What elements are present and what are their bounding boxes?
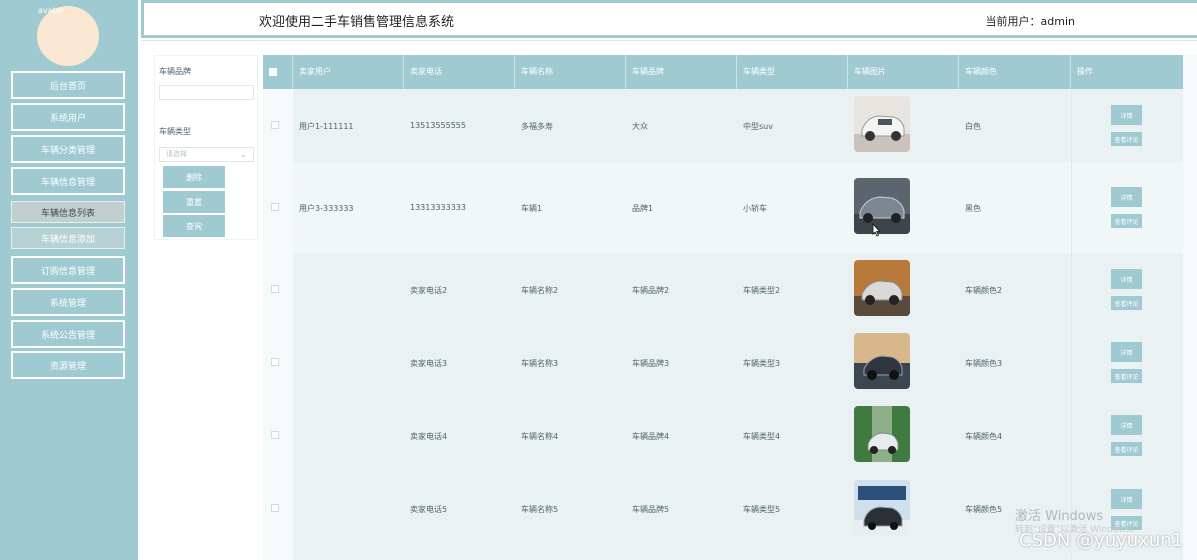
view-comments-button[interactable]: 查看评论 (1111, 132, 1142, 146)
cell-type: 车辆类型4 (743, 432, 781, 441)
vehicle-image (854, 553, 910, 560)
cell-phone: 卖家电话2 (410, 286, 448, 295)
detail-button[interactable]: 详情 (1111, 342, 1142, 362)
col-seller: 卖家用户 (293, 55, 404, 89)
row-checkbox[interactable] (271, 504, 279, 512)
view-comments-button[interactable]: 查看评论 (1111, 296, 1142, 310)
sidebar-item-home[interactable]: 后台首页 (11, 71, 125, 99)
reset-button[interactable]: 重置 (163, 191, 225, 213)
detail-button[interactable]: 详情 (1111, 415, 1142, 435)
vehicle-image (854, 480, 910, 536)
csdn-watermark: CSDN @yuyuxun1 (1019, 530, 1184, 551)
cell-type: 中型suv (743, 122, 773, 131)
vehicle-image (854, 406, 910, 462)
cell-color: 白色 (965, 122, 981, 131)
avatar[interactable] (37, 6, 99, 66)
col-phone: 卖家电话 (404, 55, 515, 89)
cell-name: 车辆名称2 (521, 286, 559, 295)
col-brand: 车辆品牌 (626, 55, 737, 89)
row-checkbox[interactable] (271, 431, 279, 439)
row-checkbox[interactable] (271, 285, 279, 293)
cell-seller: 用户1-111111 (299, 122, 354, 131)
cell-type: 车辆类型2 (743, 286, 781, 295)
row-checkbox[interactable] (271, 203, 279, 211)
sidebar-item-system[interactable]: 系统管理 (11, 288, 125, 316)
col-name: 车辆名称 (515, 55, 626, 89)
cell-type: 车辆类型5 (743, 505, 781, 514)
header-divider (141, 40, 1197, 41)
sidebar-item-vehicle-info[interactable]: 车辆信息管理 (11, 167, 125, 195)
cell-phone: 13313333333 (410, 203, 466, 212)
vehicle-image (854, 260, 910, 316)
cell-brand: 车辆品牌4 (632, 432, 670, 441)
view-comments-button[interactable]: 查看评论 (1111, 369, 1142, 383)
type-select[interactable]: 请选择 ⌄ (159, 147, 254, 162)
cell-type: 车辆类型3 (743, 359, 781, 368)
sidebar-item-announcements[interactable]: 系统公告管理 (11, 320, 125, 348)
mouse-cursor-icon (872, 223, 881, 237)
actions-column-divider (1071, 89, 1072, 560)
sidebar-item-system-users[interactable]: 系统用户 (11, 103, 125, 131)
cell-name: 车辆名称4 (521, 432, 559, 441)
cell-type: 小轿车 (743, 204, 767, 213)
cell-brand: 车辆品牌5 (632, 505, 670, 514)
cell-color: 车辆颜色2 (965, 286, 1003, 295)
sidebar: avatar 后台首页 系统用户 车辆分类管理 车辆信息管理 车辆信息列表 车辆… (0, 0, 138, 560)
select-all-checkbox[interactable] (269, 68, 277, 76)
vehicle-image (854, 178, 910, 234)
cell-phone: 卖家电话4 (410, 432, 448, 441)
cell-seller: 用户3-333333 (299, 204, 354, 213)
detail-button[interactable]: 详情 (1111, 187, 1142, 207)
table-header: 卖家用户 卖家电话 车辆名称 车辆品牌 车辆类型 车辆图片 车辆颜色 操作 (263, 55, 1183, 89)
sidebar-subitem-vehicle-list[interactable]: 车辆信息列表 (11, 201, 125, 223)
delete-button[interactable]: 删除 (163, 166, 225, 188)
detail-button[interactable]: 详情 (1111, 269, 1142, 289)
type-label: 车辆类型 (159, 127, 191, 136)
cell-name: 车辆名称5 (521, 505, 559, 514)
query-button[interactable]: 查询 (163, 215, 225, 237)
sidebar-item-orders[interactable]: 订购信息管理 (11, 256, 125, 284)
view-comments-button[interactable]: 查看评论 (1111, 214, 1142, 228)
cell-brand: 大众 (632, 122, 648, 131)
view-comments-button[interactable]: 查看评论 (1111, 442, 1142, 456)
col-type: 车辆类型 (737, 55, 848, 89)
page-title: 欢迎使用二手车销售管理信息系统 (259, 15, 455, 30)
type-select-placeholder: 请选择 (166, 150, 187, 158)
cell-color: 黑色 (965, 204, 981, 213)
vehicle-image (854, 333, 910, 389)
row-checkbox[interactable] (271, 358, 279, 366)
sidebar-item-vehicle-category[interactable]: 车辆分类管理 (11, 135, 125, 163)
cell-phone: 卖家电话3 (410, 359, 448, 368)
cell-name: 车辆名称3 (521, 359, 559, 368)
filter-panel: 车辆品牌 车辆类型 请选择 ⌄ 删除 重置 查询 (154, 55, 258, 240)
header: 欢迎使用二手车销售管理信息系统 当前用户：admin (141, 0, 1197, 38)
detail-button[interactable]: 详情 (1111, 489, 1142, 509)
col-image: 车辆图片 (848, 55, 959, 89)
cell-brand: 车辆品牌2 (632, 286, 670, 295)
cell-color: 车辆颜色4 (965, 432, 1003, 441)
brand-label: 车辆品牌 (159, 67, 191, 76)
current-user: 当前用户：admin (985, 15, 1075, 28)
sidebar-item-resources[interactable]: 资源管理 (11, 351, 125, 379)
cell-color: 车辆颜色3 (965, 359, 1003, 368)
cell-phone: 卖家电话5 (410, 505, 448, 514)
sidebar-subitem-vehicle-add[interactable]: 车辆信息添加 (11, 227, 125, 249)
cell-name: 车辆1 (521, 204, 543, 213)
vehicle-table: 卖家用户 卖家电话 车辆名称 车辆品牌 车辆类型 车辆图片 车辆颜色 操作 用户… (263, 55, 1197, 560)
cell-brand: 品牌1 (632, 204, 654, 213)
chevron-down-icon: ⌄ (240, 150, 247, 159)
brand-input[interactable] (159, 85, 254, 100)
row-checkbox[interactable] (271, 121, 279, 129)
cell-color: 车辆颜色5 (965, 505, 1003, 514)
col-actions: 操作 (1077, 67, 1093, 76)
col-color: 车辆颜色 (959, 55, 1071, 89)
detail-button[interactable]: 详情 (1111, 105, 1142, 125)
cell-phone: 13513555555 (410, 121, 466, 130)
cell-brand: 车辆品牌3 (632, 359, 670, 368)
vehicle-image (854, 96, 910, 152)
header-select-all-cell (263, 55, 293, 89)
avatar-alt-text: avatar (38, 6, 64, 15)
cell-name: 多福多寿 (521, 122, 553, 131)
